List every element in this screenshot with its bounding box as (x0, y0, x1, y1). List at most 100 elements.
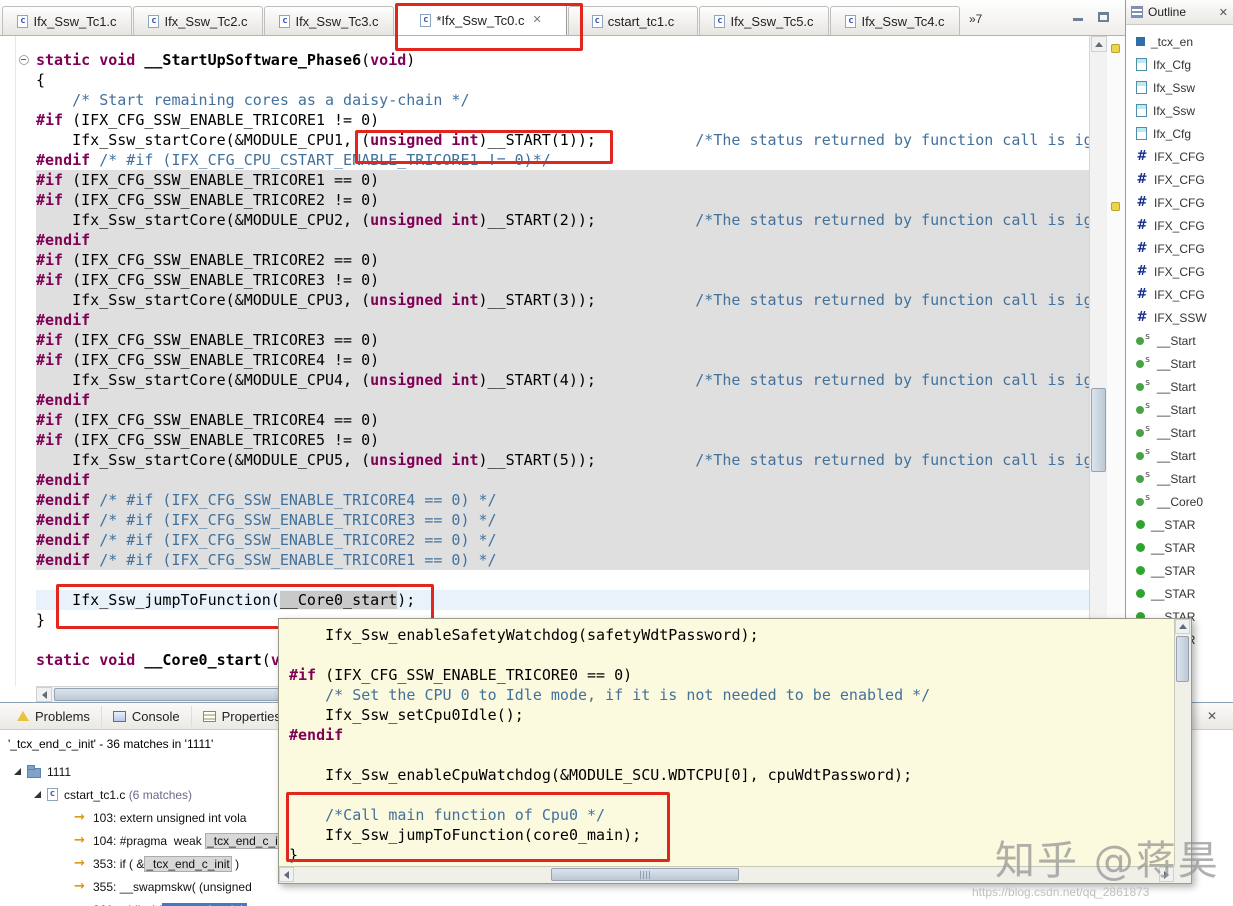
outline-panel: Outline ✕ _tcx_en Ifx_Cfg Ifx_Ssw Ifx_Ssw If… (1125, 0, 1233, 702)
code-line[interactable]: Ifx_Ssw_startCore(&MODULE_CPU1, (unsigne… (36, 130, 1089, 150)
outline-item[interactable]: # IFX_CFG (1126, 168, 1233, 191)
scroll-up-icon[interactable] (1175, 619, 1190, 634)
outline-item[interactable]: s __Start (1126, 352, 1233, 375)
code-line[interactable]: #endif (36, 310, 1089, 330)
outline-item[interactable]: # IFX_CFG (1126, 214, 1233, 237)
horizontal-scrollbar-thumb[interactable] (551, 868, 739, 881)
code-line[interactable]: #endif (36, 390, 1089, 410)
sfunc-icon: s (1136, 493, 1151, 508)
expander-icon[interactable] (34, 791, 41, 798)
outline-item[interactable]: # IFX_SSW (1126, 306, 1233, 329)
code-line[interactable]: #if (IFX_CFG_SSW_ENABLE_TRICORE1 == 0) (36, 170, 1089, 190)
code-line[interactable]: #if (IFX_CFG_SSW_ENABLE_TRICORE2 == 0) (36, 250, 1089, 270)
popup-code-line: #endif (289, 726, 344, 744)
outline-item[interactable]: s __Start (1126, 329, 1233, 352)
code-line[interactable]: #endif /* #if (IFX_CFG_SSW_ENABLE_TRICOR… (36, 530, 1089, 550)
editor-tab[interactable]: c *Ifx_Ssw_Tc0.c ✕ (395, 4, 567, 35)
editor-vertical-scrollbar[interactable] (1089, 36, 1107, 686)
code-line[interactable]: Ifx_Ssw_startCore(&MODULE_CPU2, (unsigne… (36, 210, 1089, 230)
outline-item[interactable]: __STAR (1126, 513, 1233, 536)
outline-item[interactable]: # IFX_CFG (1126, 237, 1233, 260)
code-line[interactable]: #if (IFX_CFG_SSW_ENABLE_TRICORE3 == 0) (36, 330, 1089, 350)
outline-item[interactable]: # IFX_CFG (1126, 283, 1233, 306)
outline-item[interactable]: s __Start (1126, 398, 1233, 421)
code-line[interactable]: #endif /* #if (IFX_CFG_SSW_ENABLE_TRICOR… (36, 490, 1089, 510)
code-line[interactable]: #if (IFX_CFG_SSW_ENABLE_TRICORE2 != 0) (36, 190, 1089, 210)
popup-code-line: Ifx_Ssw_enableCpuWatchdog(&MODULE_SCU.WD… (289, 766, 913, 784)
tab-overflow-chevron[interactable]: »7 (969, 12, 982, 26)
outline-item-label: __Start (1157, 333, 1196, 348)
maximize-view-icon[interactable] (1098, 12, 1109, 22)
annotation-marker[interactable] (1111, 202, 1120, 211)
fold-margin (16, 36, 36, 686)
sfunc-icon: s (1136, 401, 1151, 416)
code-line[interactable]: #if (IFX_CFG_SSW_ENABLE_TRICORE5 != 0) (36, 430, 1089, 450)
editor-tab[interactable]: c Ifx_Ssw_Tc5.c (699, 6, 829, 35)
code-line[interactable]: static void __StartUpSoftware_Phase6(voi… (36, 50, 1089, 70)
outline-item[interactable]: s __Start (1126, 375, 1233, 398)
vertical-scrollbar-thumb[interactable] (1091, 388, 1106, 472)
outline-item-label: Ifx_Cfg (1153, 57, 1192, 72)
editor-tab[interactable]: c Ifx_Ssw_Tc2.c (133, 6, 263, 35)
outline-item[interactable]: Ifx_Ssw (1126, 99, 1233, 122)
code-line[interactable]: #endif (36, 230, 1089, 250)
outline-item[interactable]: __STAR (1126, 582, 1233, 605)
outline-item[interactable]: s __Core0 (1126, 490, 1233, 513)
close-icon[interactable]: ✕ (1207, 709, 1217, 723)
outline-item[interactable]: __STAR (1126, 559, 1233, 582)
editor-tab-bar: c Ifx_Ssw_Tc1.c c Ifx_Ssw_Tc2.c c Ifx_Ssw_Tc3… (0, 0, 1125, 36)
scroll-left-icon[interactable] (279, 867, 294, 882)
match-icon: → (74, 833, 85, 848)
view-tab-problems[interactable]: Problems (6, 705, 102, 727)
code-line[interactable]: #endif /* #if (IFX_CFG_SSW_ENABLE_TRICOR… (36, 550, 1089, 570)
editor-tab[interactable]: c Ifx_Ssw_Tc3.c (264, 6, 394, 35)
sfunc-icon: s (1136, 332, 1151, 347)
tab-close-icon[interactable]: ✕ (532, 14, 541, 26)
code-line[interactable]: #endif (36, 470, 1089, 490)
outline-item[interactable]: __STAR (1126, 536, 1233, 559)
view-tab-console[interactable]: Console (102, 705, 192, 727)
outline-item[interactable]: # IFX_CFG (1126, 145, 1233, 168)
outline-item[interactable]: s __Start (1126, 444, 1233, 467)
outline-item[interactable]: # IFX_CFG (1126, 260, 1233, 283)
horizontal-scrollbar-thumb[interactable] (54, 688, 279, 701)
code-line[interactable]: { (36, 70, 1089, 90)
view-controls (1072, 11, 1109, 23)
outline-item[interactable]: # IFX_CFG (1126, 191, 1233, 214)
code-line[interactable]: #if (IFX_CFG_SSW_ENABLE_TRICORE3 != 0) (36, 270, 1089, 290)
code-line[interactable]: #if (IFX_CFG_SSW_ENABLE_TRICORE4 == 0) (36, 410, 1089, 430)
scroll-left-icon[interactable] (36, 687, 52, 702)
code-area[interactable]: static void __StartUpSoftware_Phase6(voi… (36, 36, 1089, 686)
outline-item[interactable]: s __Start (1126, 467, 1233, 490)
fold-collapse-icon[interactable] (19, 55, 29, 65)
expander-icon[interactable] (14, 768, 21, 775)
code-line[interactable]: #endif /* #if (IFX_CFG_SSW_ENABLE_TRICOR… (36, 510, 1089, 530)
code-line[interactable]: Ifx_Ssw_startCore(&MODULE_CPU4, (unsigne… (36, 370, 1089, 390)
code-line[interactable]: #if (IFX_CFG_SSW_ENABLE_TRICORE4 != 0) (36, 350, 1089, 370)
code-line[interactable]: /* Start remaining cores as a daisy-chai… (36, 90, 1089, 110)
editor-tab[interactable]: c cstart_tc1.c (568, 6, 698, 35)
code-line[interactable]: Ifx_Ssw_startCore(&MODULE_CPU5, (unsigne… (36, 450, 1089, 470)
outline-item-label: IFX_CFG (1154, 264, 1205, 279)
code-line[interactable]: #if (IFX_CFG_SSW_ENABLE_TRICORE1 != 0) (36, 110, 1089, 130)
editor-tab[interactable]: c Ifx_Ssw_Tc4.c (830, 6, 960, 35)
outline-item[interactable]: s __Start (1126, 421, 1233, 444)
close-icon[interactable]: ✕ (1219, 6, 1228, 19)
code-line[interactable] (36, 570, 1089, 590)
outline-item[interactable]: Ifx_Ssw (1126, 76, 1233, 99)
code-line[interactable]: Ifx_Ssw_startCore(&MODULE_CPU3, (unsigne… (36, 290, 1089, 310)
editor-tab[interactable]: c Ifx_Ssw_Tc1.c (2, 6, 132, 35)
search-tree-row[interactable]: →361: while ( (_tcx_end_c_init (0, 898, 1233, 906)
minimize-view-icon[interactable] (1072, 11, 1084, 23)
define-icon: # (1136, 309, 1148, 325)
console-icon (112, 710, 126, 722)
annotation-marker[interactable] (1111, 44, 1120, 53)
code-line[interactable]: #endif /* #if (IFX_CFG_CPU_CSTART_ENABLE… (36, 150, 1089, 170)
sfunc-icon: s (1136, 378, 1151, 393)
scroll-up-icon[interactable] (1091, 36, 1107, 52)
outline-item[interactable]: Ifx_Cfg (1126, 53, 1233, 76)
outline-item[interactable]: _tcx_en (1126, 30, 1233, 53)
vertical-scrollbar-thumb[interactable] (1176, 636, 1189, 682)
outline-item[interactable]: Ifx_Cfg (1126, 122, 1233, 145)
code-line[interactable]: Ifx_Ssw_jumpToFunction(__Core0_start); (36, 590, 1089, 610)
